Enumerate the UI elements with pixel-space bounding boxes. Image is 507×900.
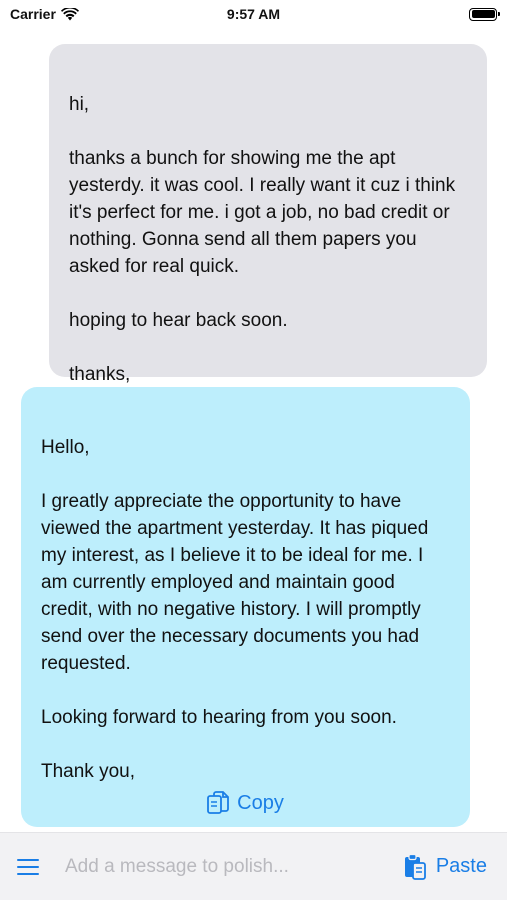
- battery-level: [471, 10, 495, 18]
- menu-icon[interactable]: [17, 858, 39, 875]
- paste-label: Paste: [435, 855, 487, 877]
- copy-button[interactable]: Copy: [21, 790, 470, 817]
- copy-icon: [207, 790, 230, 814]
- wifi-icon: [60, 7, 79, 20]
- copy-label: Copy: [237, 792, 284, 814]
- battery-icon: [469, 7, 500, 21]
- message-composer: Paste: [0, 832, 507, 900]
- status-bar: Carrier 9:57 AM: [0, 0, 507, 28]
- message-input[interactable]: [65, 855, 404, 878]
- clipboard-icon: [404, 853, 426, 880]
- status-left: Carrier: [10, 6, 79, 22]
- user-message-bubble: hi, thanks a bunch for showing me the ap…: [49, 44, 487, 385]
- carrier-label: Carrier: [10, 6, 56, 22]
- user-message-text: hi, thanks a bunch for showing me the ap…: [69, 94, 456, 385]
- polished-message-text: Hello, I greatly appreciate the opportun…: [41, 437, 429, 782]
- polished-message-bubble: Hello, I greatly appreciate the opportun…: [21, 387, 470, 827]
- paste-button[interactable]: Paste: [404, 853, 487, 881]
